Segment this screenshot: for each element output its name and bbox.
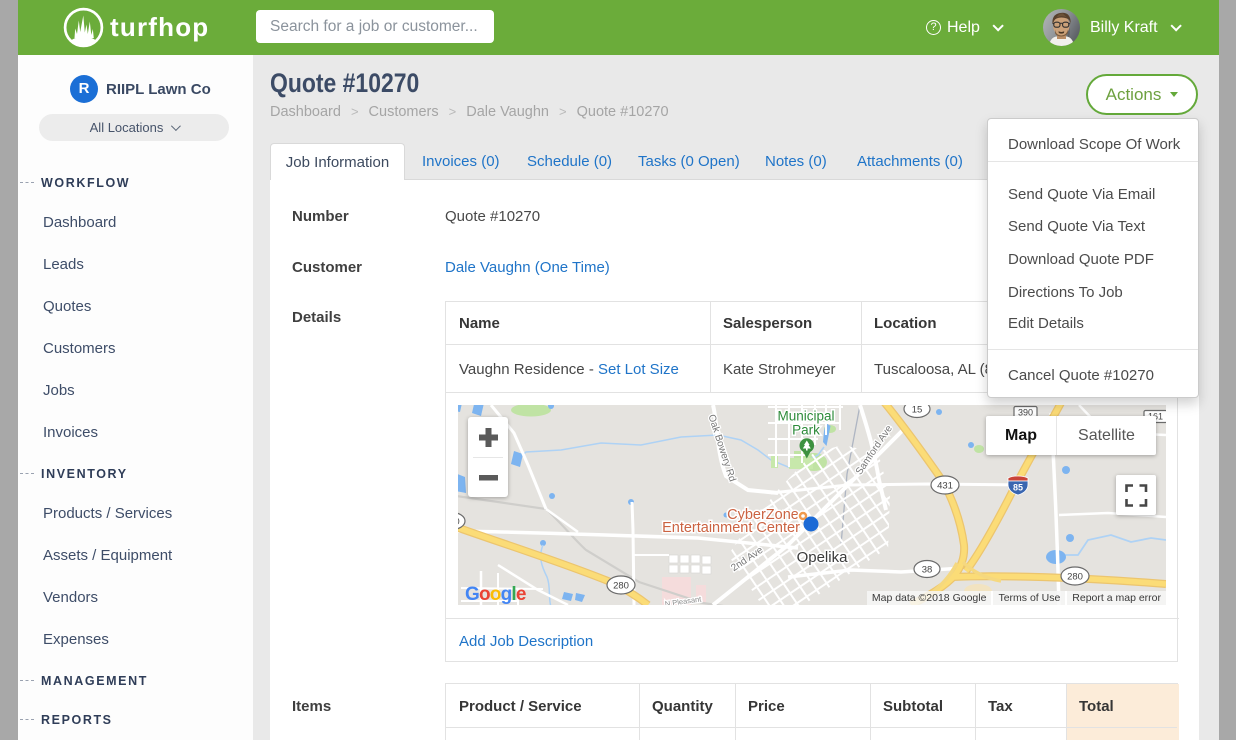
svg-text:85: 85 bbox=[1013, 483, 1023, 493]
svg-text:Opelika: Opelika bbox=[797, 549, 849, 566]
svg-text:280: 280 bbox=[613, 581, 629, 592]
svg-text:280: 280 bbox=[1067, 572, 1083, 583]
svg-text:0: 0 bbox=[458, 517, 460, 528]
svg-text:Entertainment Center: Entertainment Center bbox=[662, 520, 800, 536]
svg-text:15: 15 bbox=[912, 405, 923, 416]
svg-text:Park: Park bbox=[792, 423, 820, 438]
svg-text:Municipal: Municipal bbox=[777, 409, 834, 424]
svg-text:38: 38 bbox=[922, 565, 933, 576]
svg-text:431: 431 bbox=[937, 481, 953, 492]
